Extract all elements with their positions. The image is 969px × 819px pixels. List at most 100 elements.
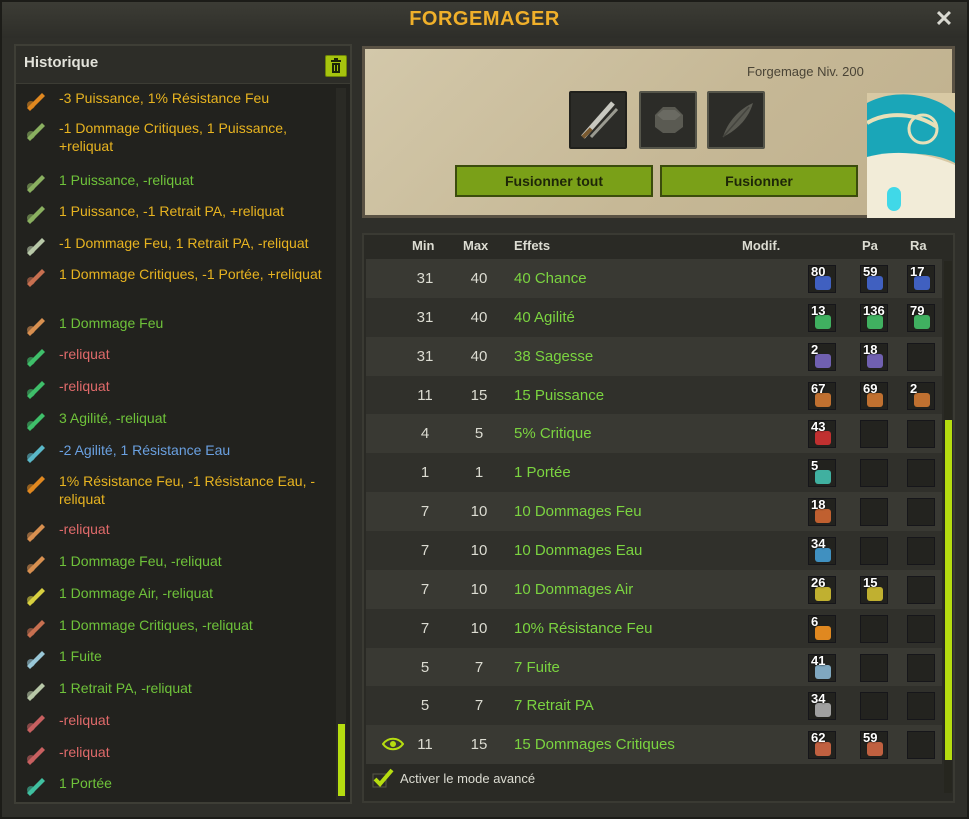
table-header: Min Max Effets Modif. Pa Ra <box>364 235 953 257</box>
history-item-text: -3 Puissance, 1% Résistance Feu <box>59 90 270 106</box>
rune-ra-slot-empty[interactable] <box>907 498 935 527</box>
advanced-mode-toggle[interactable]: Activer le mode avancé <box>372 768 535 788</box>
rune-ba-slot[interactable]: 34 <box>808 691 836 721</box>
table-row[interactable]: 7 10 10 Dommages Air 26 15 <box>366 569 942 609</box>
history-item-text: 1 Dommage Feu <box>59 315 164 331</box>
table-row[interactable]: 11 15 15 Puissance 67 69 2 <box>366 375 942 415</box>
header-ra: Ra <box>910 238 927 253</box>
rune-pa-slot[interactable]: 18 <box>860 342 888 371</box>
table-row[interactable]: 7 10 10 Dommages Feu 18 <box>366 492 942 532</box>
header-pa: Pa <box>862 238 878 253</box>
history-scroll-track[interactable] <box>336 88 346 800</box>
rune-count: 18 <box>811 497 826 513</box>
effect-label: 38 Sagesse <box>514 347 594 365</box>
rune-ba-slot[interactable]: 34 <box>808 536 836 565</box>
table-row[interactable]: 11 15 15 Dommages Critiques 62 59 <box>366 725 942 765</box>
rune-slot[interactable] <box>639 91 697 149</box>
history-item-text: -reliquat <box>59 521 110 537</box>
min-value: 11 <box>417 386 433 404</box>
min-value: 7 <box>420 503 430 521</box>
clear-history-button[interactable] <box>325 55 347 77</box>
rune-count: 80 <box>811 264 826 279</box>
rune-pa-slot-empty[interactable] <box>860 459 888 488</box>
potion-slot[interactable] <box>707 91 765 149</box>
header-modif: Modif. <box>742 238 781 253</box>
rune-pa-slot-empty[interactable] <box>860 692 888 721</box>
rune-ra-slot[interactable]: 2 <box>907 381 935 410</box>
rune-ba-slot[interactable]: 13 <box>808 302 836 332</box>
ring-rune-icon <box>24 710 48 734</box>
rune-pa-slot[interactable]: 136 <box>860 303 888 332</box>
rune-ba-slot[interactable]: 26 <box>808 574 836 604</box>
header-max: Max <box>463 238 489 253</box>
rune-ra-slot[interactable]: 79 <box>907 303 935 332</box>
min-value: 5 <box>420 658 430 676</box>
rune-ba-slot[interactable]: 41 <box>808 653 836 682</box>
table-row[interactable]: 31 40 40 Chance 80 59 17 <box>366 259 942 298</box>
min-value: 1 <box>420 464 430 482</box>
rune-ra-slot-empty[interactable] <box>907 459 935 488</box>
rune-ra-slot-empty[interactable] <box>907 692 935 721</box>
rune-ra-slot-empty[interactable] <box>907 614 935 643</box>
effect-label: 1 Portée <box>514 464 571 482</box>
rune-pa-slot-empty[interactable] <box>860 420 888 449</box>
history-item: 1% Résistance Feu, -1 Résistance Eau, -r… <box>24 469 324 508</box>
rune-ba-slot[interactable]: 62 <box>808 730 836 760</box>
history-scroll-thumb[interactable] <box>338 724 345 796</box>
rune-ra-slot[interactable]: 17 <box>907 264 935 293</box>
fuse-all-button[interactable]: Fusionner tout <box>455 165 653 197</box>
close-button[interactable]: ✕ <box>933 8 955 30</box>
table-row[interactable]: 7 10 10 Dommages Eau 34 <box>366 530 942 570</box>
table-row[interactable]: 5 7 7 Fuite 41 <box>366 647 942 687</box>
effect-label: 15 Dommages Critiques <box>514 736 675 754</box>
rune-ba-slot[interactable]: 80 <box>808 264 836 293</box>
rune-count: 59 <box>863 730 878 746</box>
rune-pa-slot[interactable]: 15 <box>860 574 888 604</box>
table-row[interactable]: 5 7 7 Retrait PA 34 <box>366 686 942 726</box>
rune-count: 15 <box>863 574 878 590</box>
table-row[interactable]: 31 40 40 Agilité 13 136 79 <box>366 297 942 337</box>
eye-icon[interactable] <box>382 737 404 751</box>
rune-ba-slot[interactable]: 2 <box>808 342 836 371</box>
history-item-text: -1 Dommage Critiques, 1 Puissance, +reli… <box>59 120 287 154</box>
item-slot[interactable] <box>569 91 627 149</box>
rune-pa-slot-empty[interactable] <box>860 536 888 565</box>
rune-count: 26 <box>811 574 826 590</box>
effect-label: 10% Résistance Feu <box>514 619 653 637</box>
table-row[interactable]: 4 5 5% Critique 43 <box>366 414 942 454</box>
rune-ra-slot-empty[interactable] <box>907 342 935 371</box>
rune-pa-slot-empty[interactable] <box>860 614 888 643</box>
blade-rune-icon <box>24 313 48 337</box>
history-item-text: 1 Dommage Critiques, -reliquat <box>59 617 253 633</box>
rune-ra-slot-empty[interactable] <box>907 575 935 604</box>
rune-ba-slot[interactable]: 18 <box>808 497 836 527</box>
fuse-button[interactable]: Fusionner <box>660 165 858 197</box>
rune-pa-slot[interactable]: 69 <box>860 381 888 410</box>
rune-ba-slot[interactable]: 5 <box>808 458 836 488</box>
history-item-text: 1 Dommage Air, -reliquat <box>59 585 214 601</box>
trash-icon <box>331 58 341 73</box>
rune-ba-slot[interactable]: 6 <box>808 614 836 643</box>
rune-ra-slot-empty[interactable] <box>907 653 935 682</box>
table-scroll-thumb[interactable] <box>945 420 952 760</box>
table-row[interactable]: 7 10 10% Résistance Feu 6 <box>366 608 942 648</box>
max-value: 7 <box>474 658 484 676</box>
rune-count: 13 <box>811 302 826 318</box>
rune-pa-slot[interactable]: 59 <box>860 730 888 760</box>
rune-ra-slot-empty[interactable] <box>907 731 935 760</box>
rune-ba-slot[interactable]: 43 <box>808 419 836 449</box>
max-value: 10 <box>470 503 488 521</box>
history-panel: Historique -3 Puissance, 1% Résistance F… <box>14 44 352 804</box>
table-row[interactable]: 1 1 1 Portée 5 <box>366 453 942 493</box>
title-bar: FORGEMAGER ✕ <box>2 2 967 38</box>
rune-count: 62 <box>811 730 826 746</box>
rune-ba-slot[interactable]: 67 <box>808 381 836 410</box>
min-value: 7 <box>420 619 430 637</box>
rune-pa-slot-empty[interactable] <box>860 653 888 682</box>
rune-ra-slot-empty[interactable] <box>907 536 935 565</box>
rune-pa-slot-empty[interactable] <box>860 498 888 527</box>
rune-ra-slot-empty[interactable] <box>907 420 935 449</box>
table-row[interactable]: 31 40 38 Sagesse 2 18 <box>366 336 942 376</box>
rune-pa-slot[interactable]: 59 <box>860 264 888 293</box>
feather-icon <box>722 103 753 138</box>
